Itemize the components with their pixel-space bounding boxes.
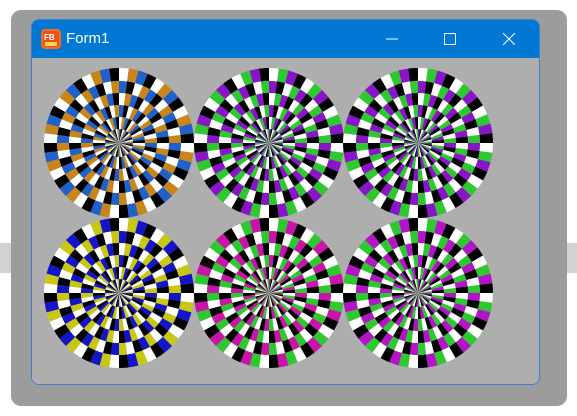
minimize-button[interactable]	[369, 20, 415, 58]
wheel-segment	[408, 204, 418, 218]
wheel-segment	[44, 143, 58, 153]
wheel-segment	[269, 204, 279, 218]
wheel-segment	[44, 283, 58, 293]
wheel-segment	[408, 218, 418, 232]
wheel-segment	[479, 143, 493, 153]
wheel-segment	[194, 143, 208, 153]
wheel-segment	[418, 218, 428, 232]
wheel-segment	[330, 293, 344, 303]
wheel-segment	[330, 133, 344, 143]
wheel-segment	[479, 293, 493, 303]
svg-text:FB: FB	[44, 33, 55, 42]
wheel-segment	[194, 293, 208, 303]
wheel-segment	[109, 204, 119, 218]
wheel-segment	[479, 133, 493, 143]
close-button[interactable]	[486, 20, 532, 58]
wheel-green-purple-1	[194, 68, 344, 218]
wheel-segment	[109, 68, 119, 82]
wheel-segment	[44, 293, 58, 303]
wheel-segment	[259, 204, 269, 218]
wheel-segment	[418, 68, 428, 82]
maximize-button[interactable]	[427, 20, 473, 58]
wheel-segment	[119, 68, 129, 82]
wheel-segment	[119, 204, 129, 218]
close-icon	[503, 33, 515, 45]
maximize-icon	[444, 33, 456, 45]
wheel-green-magenta	[194, 218, 344, 368]
wheel-green-purple-2	[343, 68, 493, 218]
minimize-icon	[386, 38, 398, 40]
app-window: FB Form1	[31, 19, 540, 385]
wheel-segment	[479, 283, 493, 293]
form-client-area	[32, 58, 539, 384]
wheel-orange-blue	[44, 68, 194, 218]
wheel-segment	[180, 133, 194, 143]
wheel-yellow-blue	[44, 218, 194, 368]
wheel-segment	[418, 354, 428, 368]
wheel-segment	[119, 354, 129, 368]
wheel-segment	[418, 204, 428, 218]
wheel-segment	[343, 283, 357, 293]
wheel-segment	[408, 354, 418, 368]
wheel-segment	[343, 133, 357, 143]
window-title: Form1	[66, 30, 110, 47]
wheel-segment	[44, 133, 58, 143]
wheel-segment	[269, 68, 279, 82]
wheel-segment	[269, 218, 279, 232]
wheel-segment	[408, 68, 418, 82]
wheel-segment	[343, 293, 357, 303]
wheel-segment	[259, 354, 269, 368]
wheel-green-purple-3	[343, 218, 493, 368]
freebasic-app-icon: FB	[41, 29, 61, 49]
wheel-segment	[194, 133, 208, 143]
wheel-segment	[109, 354, 119, 368]
wheel-segment	[119, 218, 129, 232]
wheel-segment	[180, 283, 194, 293]
wheel-segment	[269, 354, 279, 368]
wheel-segment	[259, 68, 269, 82]
wheel-segment	[343, 143, 357, 153]
wheel-segment	[180, 143, 194, 153]
wheel-segment	[330, 143, 344, 153]
title-bar[interactable]: FB Form1	[32, 20, 539, 58]
wheel-segment	[330, 283, 344, 293]
wheel-segment	[259, 218, 269, 232]
wheel-segment	[194, 283, 208, 293]
wheel-segment	[180, 293, 194, 303]
wheel-segment	[109, 218, 119, 232]
